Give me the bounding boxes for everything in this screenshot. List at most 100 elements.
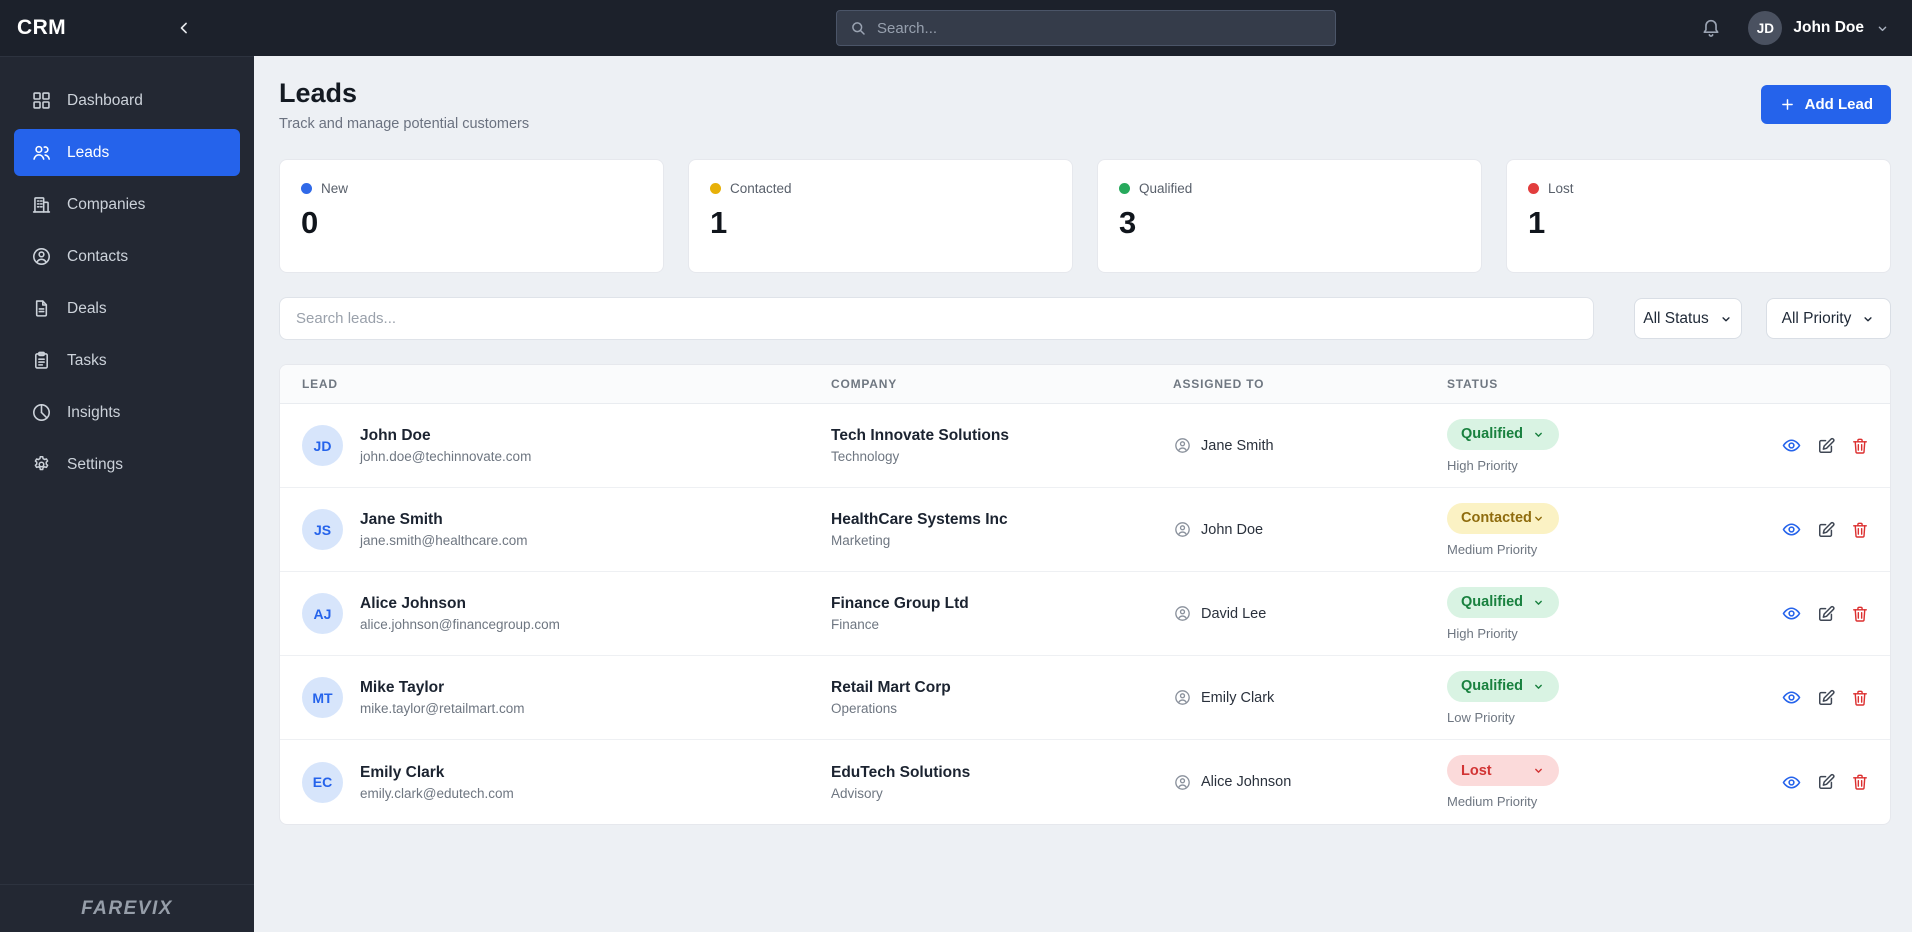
status-select[interactable]: Qualified: [1447, 586, 1559, 618]
status-select[interactable]: Qualified: [1447, 670, 1559, 702]
priority-filter-select[interactable]: All Priority: [1766, 298, 1891, 339]
status-select[interactable]: Contacted: [1447, 502, 1559, 534]
pencil-icon: [1816, 772, 1836, 792]
stat-label: Qualified: [1139, 181, 1193, 196]
edit-button[interactable]: [1816, 603, 1836, 624]
sidebar-item-label: Companies: [67, 195, 146, 213]
page-header: Leads Track and manage potential custome…: [279, 72, 1891, 132]
lead-email: alice.johnson@financegroup.com: [360, 617, 560, 632]
app-brand: CRM: [17, 16, 67, 39]
eye-icon: [1781, 772, 1802, 793]
delete-button[interactable]: [1850, 687, 1870, 708]
sidebar-item-label: Deals: [67, 299, 107, 317]
insights-icon: [31, 402, 52, 423]
company-name: HealthCare Systems Inc: [831, 511, 1008, 528]
chevron-down-icon: [1532, 764, 1545, 777]
edit-button[interactable]: [1816, 772, 1836, 793]
sidebar-item-deals[interactable]: Deals: [14, 285, 240, 332]
status-filter-select[interactable]: All Status: [1634, 298, 1742, 339]
table-row: JS Jane Smith jane.smith@healthcare.com …: [280, 488, 1890, 572]
lead-email: emily.clark@edutech.com: [360, 785, 514, 801]
avatar: AJ: [302, 593, 343, 634]
priority-label: High Priority: [1447, 625, 1518, 641]
status-select[interactable]: Qualified: [1447, 418, 1559, 450]
pencil-icon: [1816, 436, 1836, 456]
avatar: JD: [302, 425, 343, 466]
lead-name: Alice Johnson: [360, 595, 466, 612]
edit-button[interactable]: [1816, 687, 1836, 708]
edit-button[interactable]: [1816, 519, 1836, 540]
notifications-button[interactable]: [1700, 17, 1722, 39]
stat-card-qualified: Qualified 3: [1097, 159, 1482, 273]
footer-brand-logo: FAREVIX: [81, 897, 173, 919]
brand-area: CRM: [0, 0, 254, 56]
lead-email: jane.smith@healthcare.com: [360, 533, 528, 548]
stat-cards-row: New 0 Contacted 1 Qualified 3 Lost 1: [279, 159, 1891, 273]
filter-row: All Status All Priority: [279, 297, 1891, 340]
delete-button[interactable]: [1850, 435, 1870, 456]
table-row: AJ Alice Johnson alice.johnson@financegr…: [280, 572, 1890, 656]
global-search-input[interactable]: [877, 19, 1323, 37]
lead-name: Mike Taylor: [360, 679, 445, 696]
chevron-left-icon: [174, 18, 194, 38]
sidebar-item-companies[interactable]: Companies: [14, 181, 240, 228]
sidebar-item-leads[interactable]: Leads: [14, 129, 240, 176]
column-header-status: STATUS: [1447, 377, 1499, 391]
eye-icon: [1781, 603, 1802, 624]
person-circle-icon: [1173, 773, 1192, 792]
sidebar-item-settings[interactable]: Settings: [14, 441, 240, 488]
status-dot-contacted: [710, 183, 721, 194]
dashboard-icon: [31, 90, 52, 111]
delete-button[interactable]: [1850, 603, 1870, 624]
sidebar: Dashboard Leads Companies Contacts Deals: [0, 56, 254, 932]
column-header-lead: LEAD: [302, 377, 338, 391]
sidebar-item-dashboard[interactable]: Dashboard: [14, 77, 240, 124]
trash-icon: [1850, 772, 1870, 792]
status-dot-new: [301, 183, 312, 194]
add-lead-button[interactable]: Add Lead: [1760, 85, 1891, 124]
stat-value: 1: [1528, 205, 1546, 240]
avatar: MT: [302, 677, 343, 718]
trash-icon: [1850, 436, 1870, 456]
view-button[interactable]: [1781, 519, 1802, 540]
person-circle-icon: [1173, 604, 1192, 623]
pencil-icon: [1816, 520, 1836, 540]
sidebar-item-insights[interactable]: Insights: [14, 389, 240, 436]
edit-button[interactable]: [1816, 435, 1836, 456]
topbar: CRM JD John Doe: [0, 0, 1912, 56]
lead-name: Emily Clark: [360, 763, 445, 781]
leads-search-input[interactable]: [279, 297, 1594, 340]
global-search: [836, 10, 1336, 46]
stat-card-new: New 0: [279, 159, 664, 273]
eye-icon: [1781, 687, 1802, 708]
settings-icon: [31, 454, 52, 475]
main-content: Leads Track and manage potential custome…: [254, 56, 1912, 932]
user-name: John Doe: [1793, 19, 1864, 36]
lead-email: john.doe@techinnovate.com: [360, 449, 532, 464]
view-button[interactable]: [1781, 687, 1802, 708]
status-dot-qualified: [1119, 183, 1130, 194]
company-industry: Operations: [831, 701, 898, 716]
sidebar-collapse-button[interactable]: [174, 18, 194, 38]
view-button[interactable]: [1781, 772, 1802, 793]
eye-icon: [1781, 435, 1802, 456]
sidebar-item-tasks[interactable]: Tasks: [14, 337, 240, 384]
company-industry: Marketing: [831, 533, 891, 548]
page-title: Leads: [279, 78, 358, 108]
pencil-icon: [1816, 604, 1836, 624]
company-industry: Advisory: [831, 785, 883, 801]
user-menu[interactable]: JD John Doe: [1748, 11, 1890, 45]
delete-button[interactable]: [1850, 772, 1870, 793]
delete-button[interactable]: [1850, 519, 1870, 540]
eye-icon: [1781, 519, 1802, 540]
status-select[interactable]: Lost: [1447, 755, 1559, 786]
company-industry: Finance: [831, 617, 880, 632]
chevron-down-icon: [1875, 21, 1890, 36]
contacts-icon: [31, 246, 52, 267]
view-button[interactable]: [1781, 603, 1802, 624]
sidebar-item-contacts[interactable]: Contacts: [14, 233, 240, 280]
table-row: EC Emily Clark emily.clark@edutech.com E…: [280, 740, 1890, 824]
view-button[interactable]: [1781, 435, 1802, 456]
assigned-name: Alice Johnson: [1201, 774, 1292, 790]
priority-label: Medium Priority: [1447, 794, 1538, 809]
